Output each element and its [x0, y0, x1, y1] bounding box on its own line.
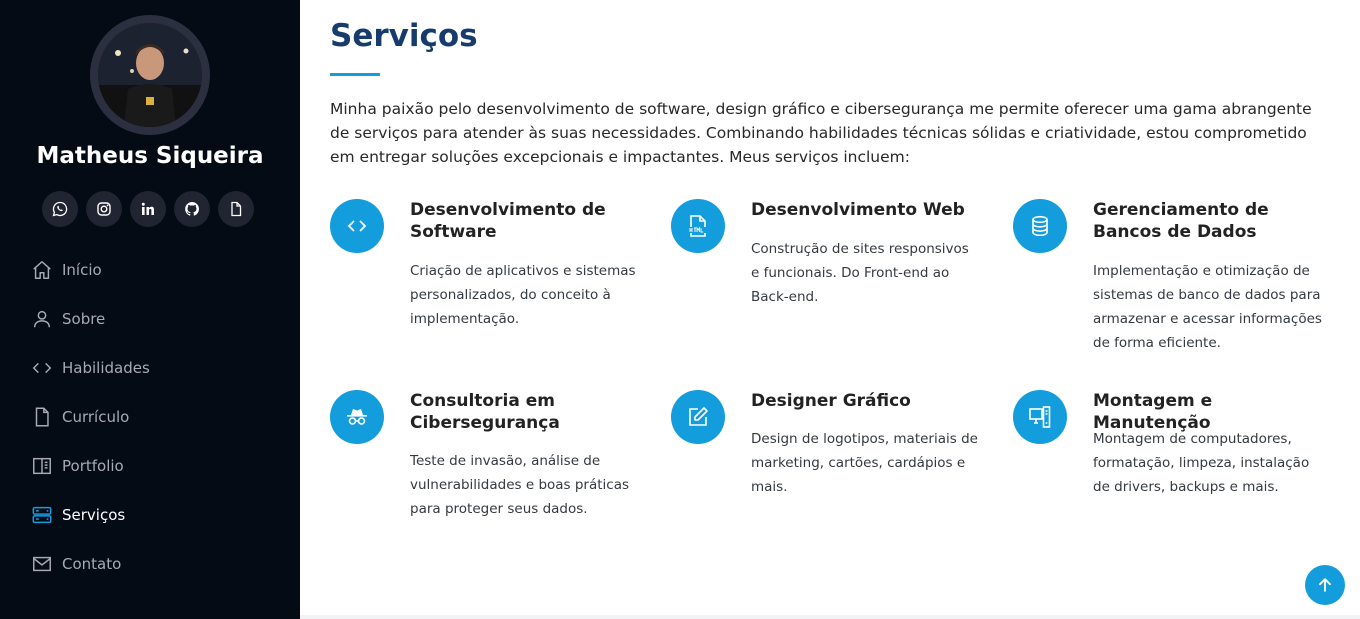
- profile-name: Matheus Siqueira: [36, 143, 264, 169]
- services-section: Serviços Minha paixão pelo desenvolvimen…: [300, 0, 1360, 619]
- github-button[interactable]: [174, 191, 210, 227]
- linkedin-icon: [141, 202, 154, 215]
- instagram-button[interactable]: [86, 191, 122, 227]
- nav-item-label: Currículo: [62, 407, 130, 426]
- service-title: Desenvolvimento de Software: [410, 200, 606, 242]
- nav-item-sobre[interactable]: Sobre: [30, 294, 280, 343]
- section-intro: Minha paixão pelo desenvolvimento de sof…: [330, 100, 1312, 166]
- service-title: Consultoria em Cibersegurança: [410, 391, 560, 433]
- document-icon: [231, 201, 242, 217]
- whatsapp-button[interactable]: [42, 191, 78, 227]
- instagram-icon: [97, 202, 111, 216]
- code-icon: [330, 199, 384, 253]
- pc-display-icon: [1013, 390, 1067, 444]
- service-description: Construção de sites responsivos e funcio…: [751, 241, 969, 305]
- server-icon: [30, 503, 54, 527]
- resume-button[interactable]: [218, 191, 254, 227]
- section-title: Serviços: [330, 18, 478, 54]
- home-icon: [30, 258, 54, 282]
- divider: [300, 615, 1360, 619]
- nav-item-label: Início: [62, 260, 102, 279]
- envelope-icon: [30, 552, 54, 576]
- arrow-up-icon: [1319, 578, 1331, 592]
- nav-item-inicio[interactable]: Início: [30, 245, 280, 294]
- whatsapp-icon: [52, 201, 68, 217]
- code-icon: [30, 356, 54, 380]
- nav-item-label: Sobre: [62, 309, 106, 328]
- service-title: Designer Gráfico: [751, 391, 911, 411]
- profile-avatar: [90, 15, 210, 135]
- service-title: Desenvolvimento Web: [751, 200, 965, 220]
- nav-item-habilidades[interactable]: Habilidades: [30, 343, 280, 392]
- nav-item-label: Contato: [62, 554, 122, 573]
- nav-item-contato[interactable]: Contato: [30, 539, 280, 588]
- social-links: [42, 191, 254, 227]
- service-description: Implementação e otimização de sistemas d…: [1093, 263, 1322, 351]
- file-icon: [30, 405, 54, 429]
- nav-item-label: Serviços: [62, 505, 126, 524]
- service-description: Teste de invasão, análise de vulnerabili…: [410, 453, 630, 517]
- title-underline: [330, 73, 380, 76]
- nav-item-servicos[interactable]: Serviços: [30, 490, 280, 539]
- github-icon: [185, 202, 199, 216]
- database-icon: [1013, 199, 1067, 253]
- service-description: Montagem de computadores, formatação, li…: [1093, 431, 1310, 495]
- nav-item-portfolio[interactable]: Portfolio: [30, 441, 280, 490]
- service-description: Design de logotipos, materiais de market…: [751, 431, 978, 495]
- nav-item-curriculo[interactable]: Currículo: [30, 392, 280, 441]
- back-to-top-button[interactable]: [1305, 565, 1345, 605]
- nav-item-label: Habilidades: [62, 358, 150, 377]
- pencil-square-icon: [671, 390, 725, 444]
- service-title: Gerenciamento de Bancos de Dados: [1093, 200, 1269, 242]
- service-description: Criação de aplicativos e sistemas person…: [410, 263, 636, 327]
- html-file-icon: [671, 199, 725, 253]
- book-icon: [30, 454, 54, 478]
- sidebar: Matheus Siqueira Início Sobre Habilidade…: [0, 0, 300, 619]
- linkedin-button[interactable]: [130, 191, 166, 227]
- person-icon: [30, 307, 54, 331]
- nav-item-label: Portfolio: [62, 456, 124, 475]
- incognito-icon: [330, 390, 384, 444]
- main-nav: Início Sobre Habilidades Currículo Portf…: [30, 245, 280, 588]
